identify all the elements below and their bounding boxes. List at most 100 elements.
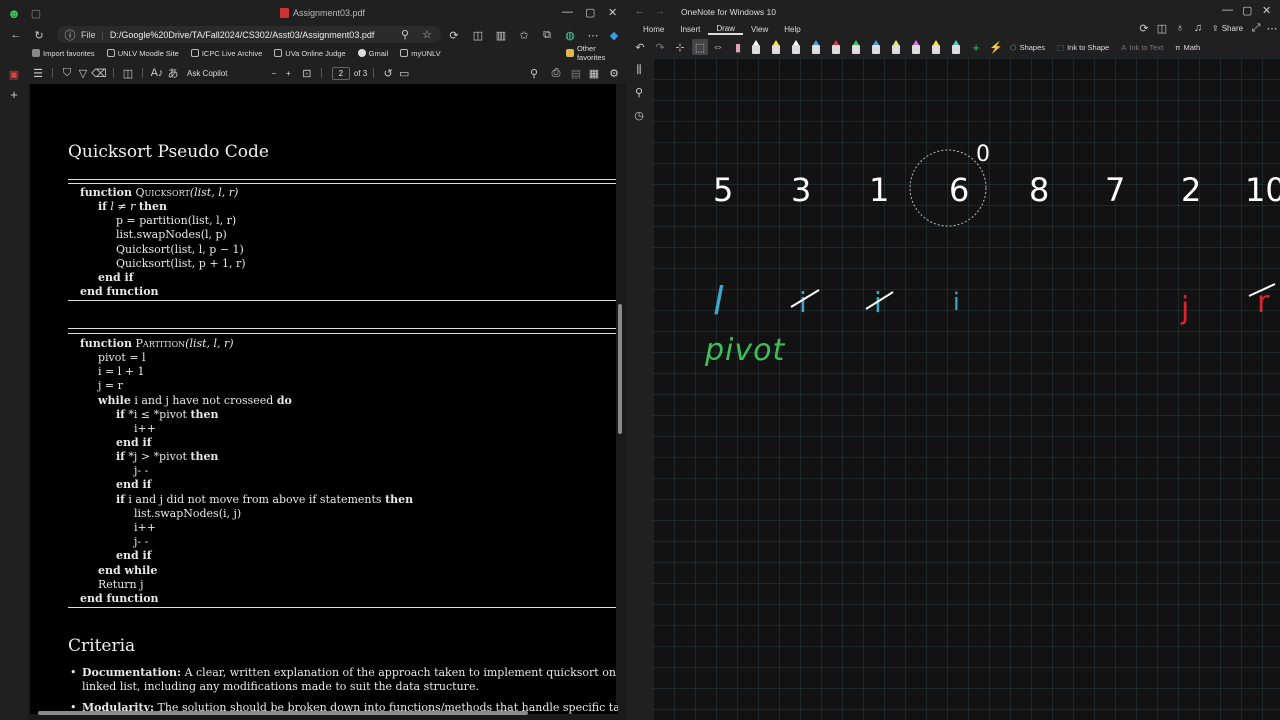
favorite-star-icon[interactable]: ☆ — [419, 27, 435, 43]
pdf-sidebar-icon[interactable]: ▣ — [6, 66, 22, 82]
favorite-myunlv[interactable]: myUNLV — [400, 49, 441, 58]
split-screen-icon[interactable]: ◫ — [470, 27, 486, 43]
add-space-icon[interactable]: ⇔ — [710, 39, 726, 55]
pen-9-icon[interactable] — [912, 40, 920, 54]
pen-10-icon[interactable] — [932, 40, 940, 54]
pdf-tab[interactable]: Assignment03.pdf — [280, 8, 365, 18]
redo-icon[interactable]: ↷ — [652, 39, 668, 55]
eraser-icon[interactable]: ▮ — [730, 39, 746, 55]
tab-home[interactable]: Home — [635, 25, 672, 34]
forward-icon[interactable]: → — [652, 3, 668, 19]
pen-4-icon[interactable] — [812, 40, 820, 54]
extension-icon-1[interactable]: ⟳ — [446, 27, 462, 43]
tab-actions-icon[interactable]: ▢ — [28, 5, 44, 21]
pdf-horizontal-scrollbar[interactable] — [30, 708, 616, 718]
favorite-gmail[interactable]: Gmail — [357, 49, 388, 58]
tab-help[interactable]: Help — [776, 25, 808, 34]
scroll-thumb[interactable] — [618, 304, 622, 434]
pen-11-icon[interactable] — [952, 40, 960, 54]
add-icon[interactable]: + — [6, 86, 22, 102]
address-box[interactable]: ⓘ File | D:/Google%20Drive/TA/Fall2024/C… — [57, 26, 441, 43]
notebooks-icon[interactable]: ⫼ — [631, 62, 647, 78]
pen-5-icon[interactable] — [832, 40, 840, 54]
info-icon[interactable]: ⓘ — [65, 27, 76, 43]
quicksort-line-2: if l ≠ r then — [98, 200, 167, 213]
page-number-input[interactable]: 2 — [331, 66, 350, 80]
favorite-moodle[interactable]: UNLV Moodle Site — [106, 49, 179, 58]
lasso-icon[interactable]: ⊹ — [672, 39, 688, 55]
other-favorites[interactable]: Other favorites — [566, 44, 626, 62]
bell-icon[interactable]: ♫ — [1190, 20, 1206, 36]
pen-3-icon[interactable] — [792, 40, 800, 54]
minimize-icon[interactable]: — — [1222, 4, 1233, 16]
maximize-icon[interactable]: ▢ — [1242, 4, 1252, 17]
pen-7-icon[interactable] — [872, 40, 880, 54]
tab-draw[interactable]: Draw — [708, 24, 744, 35]
pen-2-icon[interactable] — [772, 40, 780, 54]
extension-icon-2[interactable]: ◍ — [562, 27, 578, 43]
close-icon[interactable]: ✕ — [1262, 4, 1271, 17]
pdf-vertical-scrollbar[interactable] — [616, 84, 624, 704]
ask-copilot-button[interactable]: Ask Copilot — [187, 69, 227, 78]
ink-to-text-button[interactable]: A Ink to Text — [1121, 43, 1163, 52]
math-button[interactable]: π Math — [1175, 43, 1200, 52]
select-icon[interactable]: ⬚ — [692, 39, 708, 55]
more-icon[interactable]: ⋯ — [585, 27, 601, 43]
favorites-icon[interactable]: ✩ — [516, 27, 532, 43]
pen-1-icon[interactable] — [752, 40, 760, 54]
back-icon[interactable]: ← — [8, 27, 24, 43]
favorite-import[interactable]: Import favorites — [32, 49, 95, 58]
favorite-uva[interactable]: UVa Online Judge — [274, 49, 346, 58]
read-aloud-icon[interactable]: A♪ — [149, 65, 165, 81]
tab-view[interactable]: View — [743, 25, 776, 34]
fullscreen-icon[interactable]: ⤢ — [1248, 20, 1264, 36]
copilot-icon[interactable]: ◆ — [606, 27, 622, 43]
pen-8-icon[interactable] — [892, 40, 900, 54]
zoom-out-button[interactable]: − — [271, 69, 276, 78]
quicksort-heading: Quicksort Pseudo Code — [68, 142, 269, 162]
partition-top-rule-2 — [68, 333, 618, 334]
reading-icon[interactable]: ▥ — [493, 27, 509, 43]
maximize-icon[interactable]: ▢ — [585, 6, 595, 19]
tab-insert[interactable]: Insert — [672, 25, 708, 34]
two-page-icon[interactable]: ▭ — [396, 65, 412, 81]
recent-icon[interactable]: ◷ — [631, 107, 647, 123]
close-icon[interactable]: ✕ — [608, 6, 617, 19]
pen-6-icon[interactable] — [852, 40, 860, 54]
sync-icon[interactable]: ⟳ — [1136, 20, 1152, 36]
pdf-settings-icon[interactable]: ⚙ — [606, 65, 622, 81]
minimize-icon[interactable]: — — [562, 6, 573, 18]
search-icon[interactable]: ⚲ — [631, 84, 647, 100]
refresh-icon[interactable]: ↻ — [31, 27, 47, 43]
note-canvas[interactable]: 5 3 1 6 8 7 2 10 0 l i i i j r pivot — [653, 58, 1280, 720]
save-icon[interactable]: ▤ — [568, 65, 584, 81]
ink-replay-icon[interactable]: ⚡ — [988, 39, 1004, 55]
page-view-icon[interactable]: ◫ — [120, 65, 136, 81]
add-pen-icon[interactable]: + — [968, 39, 984, 55]
shapes-button[interactable]: ⬡ Shapes — [1010, 43, 1045, 52]
undo-icon[interactable]: ↶ — [632, 39, 648, 55]
collections-icon[interactable]: ⧉ — [539, 27, 555, 43]
fit-page-icon[interactable]: ⊡ — [299, 65, 315, 81]
notifications-icon[interactable]: ◫ — [1154, 20, 1170, 36]
scroll-thumb[interactable] — [38, 711, 528, 715]
tips-icon[interactable]: ♁ — [1172, 20, 1188, 36]
profile-icon[interactable]: ☻ — [6, 5, 22, 21]
zoom-icon[interactable]: ⚲ — [397, 27, 413, 43]
save-as-icon[interactable]: ▦ — [586, 65, 602, 81]
share-button[interactable]: ⇪ Share — [1212, 24, 1243, 33]
eraser-icon[interactable]: ⌫ — [91, 65, 107, 81]
more-icon[interactable]: ⋯ — [1264, 20, 1280, 36]
print-icon[interactable]: ⎙ — [548, 65, 564, 81]
draw-icon[interactable]: ▽ — [75, 65, 91, 81]
highlight-icon[interactable]: ⛉ — [59, 65, 75, 81]
contents-icon[interactable]: ☰ — [30, 65, 46, 81]
zoom-in-button[interactable]: + — [286, 69, 291, 78]
pdf-search-icon[interactable]: ⚲ — [526, 65, 542, 81]
pdf-viewport[interactable]: Quicksort Pseudo Code function Quicksort… — [28, 84, 626, 720]
rotate-icon[interactable]: ↺ — [380, 65, 396, 81]
ink-to-shape-button[interactable]: ⬚ Ink to Shape — [1057, 43, 1109, 52]
back-icon[interactable]: ← — [632, 3, 648, 19]
favorite-icpc[interactable]: ICPC Live Archive — [190, 49, 262, 58]
translate-icon[interactable]: あ — [165, 65, 181, 81]
